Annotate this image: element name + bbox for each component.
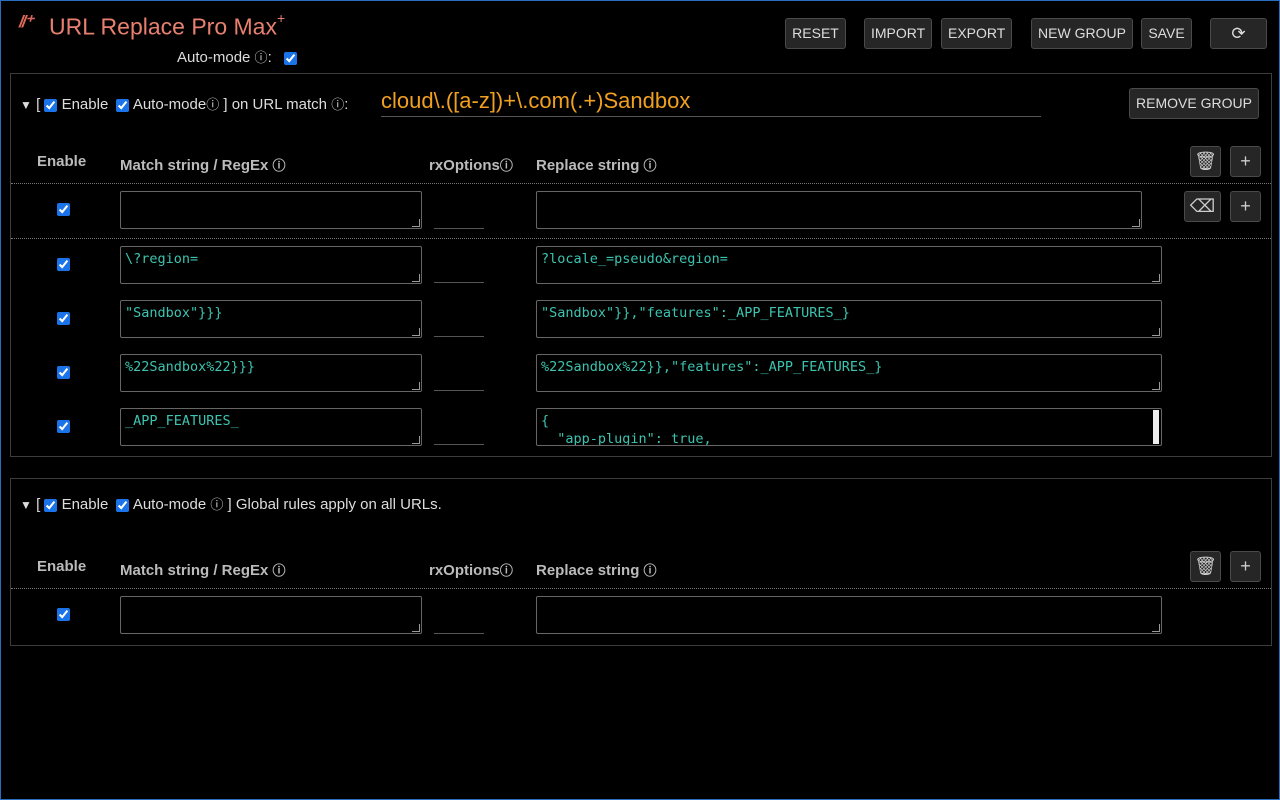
col-rx-label: rxOptions <box>429 157 500 174</box>
remove-group-button[interactable]: REMOVE GROUP <box>1129 88 1259 119</box>
col-match-header: Match string / RegEx ⓘ <box>120 155 286 174</box>
row-enable-checkbox[interactable] <box>57 203 70 216</box>
bracket-open: [ <box>36 96 41 113</box>
rx-options-input[interactable] <box>434 336 484 337</box>
info-icon[interactable]: ⓘ <box>255 50 268 65</box>
info-icon[interactable]: ⓘ <box>500 563 513 578</box>
textarea-scrollbar[interactable] <box>1152 410 1160 444</box>
row-enable-checkbox[interactable] <box>57 608 70 621</box>
replace-input[interactable]: "Sandbox"}},"features":_APP_FEATURES_} <box>536 300 1162 338</box>
colon: : <box>344 96 349 113</box>
import-button[interactable]: IMPORT <box>864 18 932 49</box>
info-icon[interactable]: ⓘ <box>500 158 513 173</box>
col-rx-header: rxOptionsⓘ <box>429 560 513 579</box>
info-icon[interactable]: ⓘ <box>331 97 344 112</box>
replace-input[interactable]: %22Sandbox%22}},"features":_APP_FEATURES… <box>536 354 1162 392</box>
export-button[interactable]: EXPORT <box>941 18 1012 49</box>
match-input[interactable]: \?region= <box>120 246 422 284</box>
global-auto-mode: Auto-mode ⓘ: <box>177 47 297 66</box>
rx-options-input[interactable] <box>434 282 484 283</box>
backspace-icon[interactable]: ⌫ <box>1184 191 1221 222</box>
match-input[interactable]: %22Sandbox%22}}} <box>120 354 422 392</box>
match-input[interactable] <box>120 596 422 634</box>
save-button[interactable]: SAVE <box>1141 18 1192 49</box>
plus-icon[interactable]: + <box>1230 551 1261 582</box>
info-icon[interactable]: ⓘ <box>644 563 657 578</box>
info-icon[interactable]: ⓘ <box>273 563 286 578</box>
triangle-down-icon[interactable]: ▼ <box>20 498 32 512</box>
col-replace-label: Replace string <box>536 157 640 174</box>
col-match-label: Match string / RegEx <box>120 562 269 579</box>
row-enable-checkbox[interactable] <box>57 312 70 325</box>
group2-enable-checkbox[interactable] <box>44 498 58 512</box>
group1-auto-mode-checkbox[interactable] <box>116 98 130 112</box>
col-rx-header: rxOptionsⓘ <box>429 155 513 174</box>
app-title-text: URL Replace Pro Max <box>49 13 277 40</box>
plus-icon[interactable]: + <box>1230 146 1261 177</box>
col-replace-header: Replace string ⓘ <box>536 155 657 174</box>
colon: : <box>267 49 272 66</box>
match-input[interactable] <box>120 191 422 229</box>
info-icon[interactable]: ⓘ <box>273 158 286 173</box>
group1-auto-mode-label: Auto-mode <box>132 96 207 113</box>
row-enable-checkbox[interactable] <box>57 366 70 379</box>
rx-options-input[interactable] <box>434 444 484 445</box>
col-enable-header: Enable <box>37 558 87 575</box>
col-match-header: Match string / RegEx ⓘ <box>120 560 286 579</box>
replace-input[interactable] <box>536 596 1162 634</box>
replace-input[interactable] <box>536 191 1142 229</box>
rx-options-input[interactable] <box>434 390 484 391</box>
group1-enable-checkbox[interactable] <box>44 98 58 112</box>
divider <box>11 588 1271 589</box>
info-icon[interactable]: ⓘ <box>210 497 223 512</box>
col-enable-header: Enable <box>37 153 87 170</box>
group1-enable-label: Enable <box>61 96 109 113</box>
match-input[interactable]: "Sandbox"}}} <box>120 300 422 338</box>
new-group-button[interactable]: NEW GROUP <box>1031 18 1133 49</box>
plus-icon[interactable]: + <box>1230 191 1261 222</box>
group2-auto-mode-label: Auto-mode <box>132 496 207 513</box>
global-rules-label: ] Global rules apply on all URLs. <box>227 496 442 513</box>
row-enable-checkbox[interactable] <box>57 258 70 271</box>
info-icon[interactable]: ⓘ <box>644 158 657 173</box>
triangle-down-icon[interactable]: ▼ <box>20 98 32 112</box>
row-enable-checkbox[interactable] <box>57 420 70 433</box>
rx-options-input[interactable] <box>434 633 484 634</box>
app-title-sup: + <box>276 10 286 26</box>
divider <box>11 238 1271 239</box>
group1-header: ▼ [ Enable Auto-modeⓘ ] on URL match ⓘ: <box>20 94 348 113</box>
divider <box>11 183 1271 184</box>
reset-button[interactable]: RESET <box>785 18 846 49</box>
col-replace-label: Replace string <box>536 562 640 579</box>
replace-input[interactable]: { "app-plugin": true, <box>536 408 1162 446</box>
refresh-icon[interactable]: ⟳ <box>1210 18 1267 49</box>
col-rx-label: rxOptions <box>429 562 500 579</box>
bracket-open: [ <box>36 496 41 513</box>
trash-icon[interactable]: 🗑 <box>1190 551 1221 582</box>
match-input[interactable]: _APP_FEATURES_ <box>120 408 422 446</box>
col-match-label: Match string / RegEx <box>120 157 269 174</box>
on-url-match-label: ] on URL match <box>223 96 328 113</box>
auto-mode-label: Auto-mode <box>177 49 251 66</box>
group2-enable-label: Enable <box>61 496 109 513</box>
rx-options-input[interactable] <box>434 228 484 229</box>
logo-icon: //⁺ <box>19 12 33 31</box>
replace-input[interactable]: ?locale_=pseudo&region= <box>536 246 1162 284</box>
col-replace-header: Replace string ⓘ <box>536 560 657 579</box>
group2-header: ▼ [ Enable Auto-mode ⓘ ] Global rules ap… <box>20 494 442 513</box>
url-match-input[interactable]: cloud\.([a-z])+\.com(.+)Sandbox <box>381 87 1041 117</box>
info-icon[interactable]: ⓘ <box>206 97 219 112</box>
trash-icon[interactable]: 🗑 <box>1190 146 1221 177</box>
app-title: URL Replace Pro Max+ <box>49 10 286 41</box>
auto-mode-checkbox[interactable] <box>283 51 297 65</box>
group2-auto-mode-checkbox[interactable] <box>116 498 130 512</box>
